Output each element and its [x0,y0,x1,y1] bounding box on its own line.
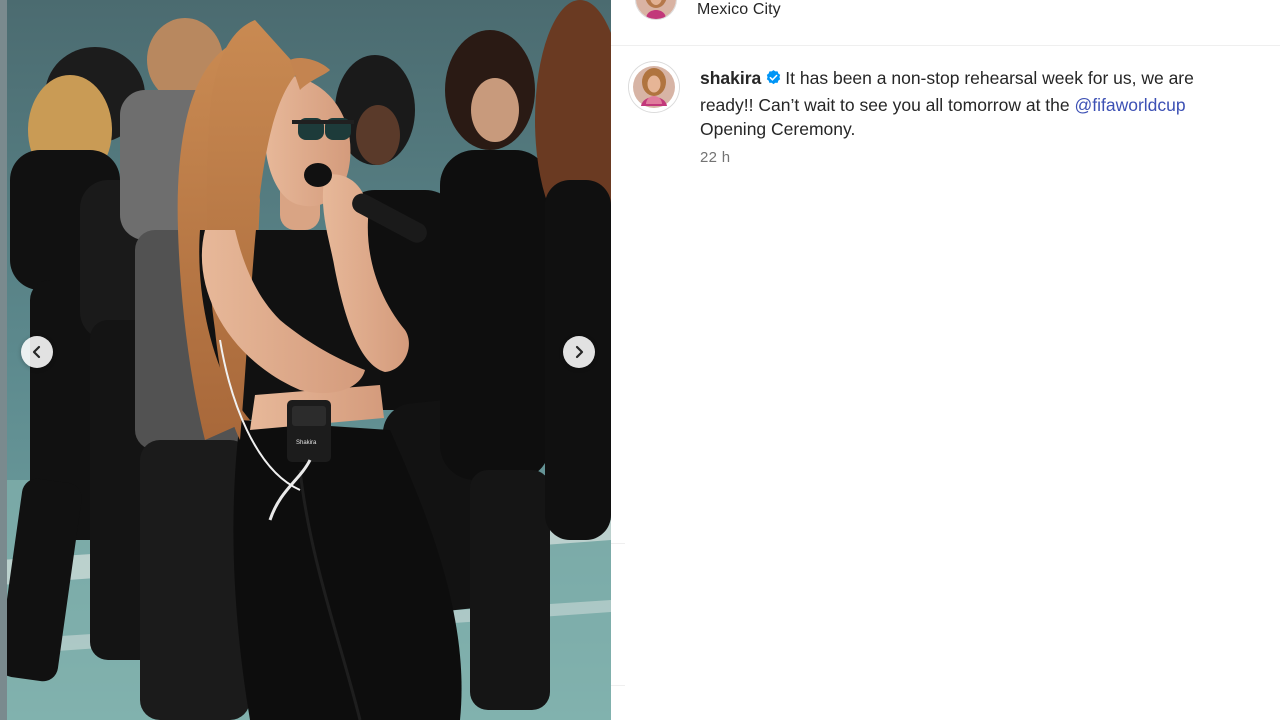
post-media[interactable]: Shakira [0,0,611,720]
header-avatar[interactable] [635,0,677,20]
media-left-edge [0,0,7,720]
post-caption: shakira It has been a non-stop rehearsal … [700,66,1240,142]
verified-badge-icon [765,68,782,93]
profile-avatar-icon [636,0,676,19]
post-header: Mexico City [611,0,1280,46]
chevron-left-icon [32,345,41,359]
post-location[interactable]: Mexico City [697,1,781,19]
post-photo: Shakira [0,0,611,720]
caption-text-end: Opening Ceremony. [700,119,856,139]
carousel-next-button[interactable] [563,336,595,368]
mic-pack-brand: Shakira [296,440,317,446]
divider-tick [611,685,625,686]
post-timestamp[interactable]: 22 h [700,149,730,166]
carousel-prev-button[interactable] [21,336,53,368]
caption-avatar[interactable] [629,62,679,112]
post-details-panel: Mexico City shakira It has been a non-sto… [611,0,1280,720]
mention-link[interactable]: @fifaworldcup [1074,95,1185,115]
caption-username[interactable]: shakira [700,68,761,88]
chevron-right-icon [575,345,584,359]
profile-avatar-icon [629,62,679,112]
divider-tick [611,543,625,544]
